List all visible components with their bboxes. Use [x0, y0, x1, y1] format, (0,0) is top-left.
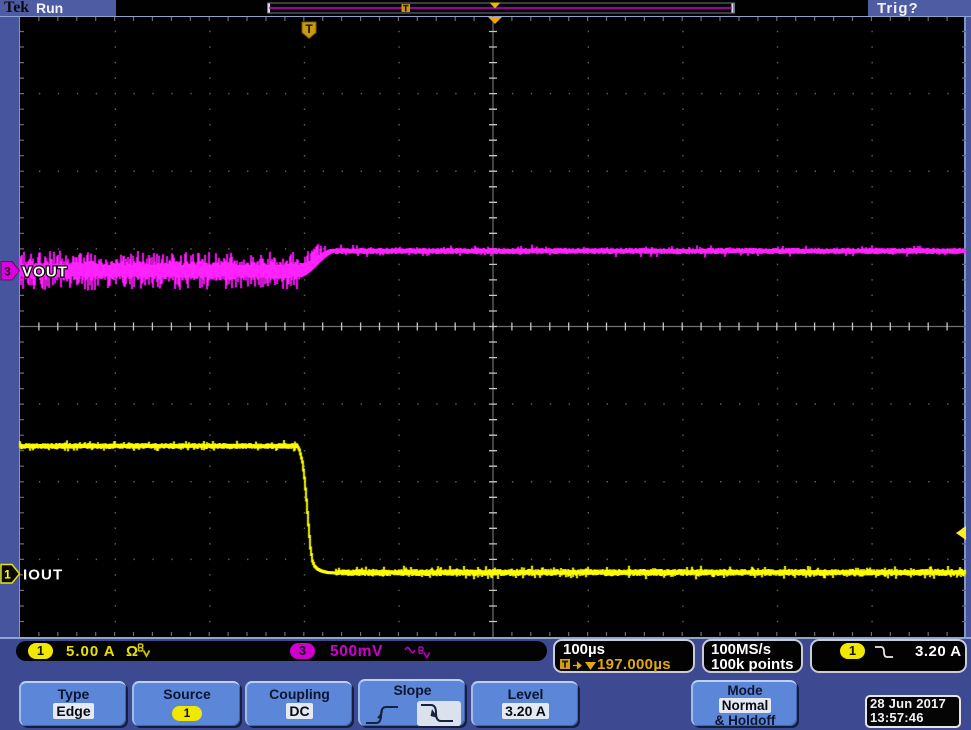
svg-text:1: 1 [4, 568, 11, 582]
svg-text:VOUT: VOUT [22, 264, 68, 281]
svg-text:T: T [305, 22, 313, 36]
svg-text:3: 3 [4, 265, 11, 279]
svg-text:IOUT: IOUT [23, 567, 63, 584]
